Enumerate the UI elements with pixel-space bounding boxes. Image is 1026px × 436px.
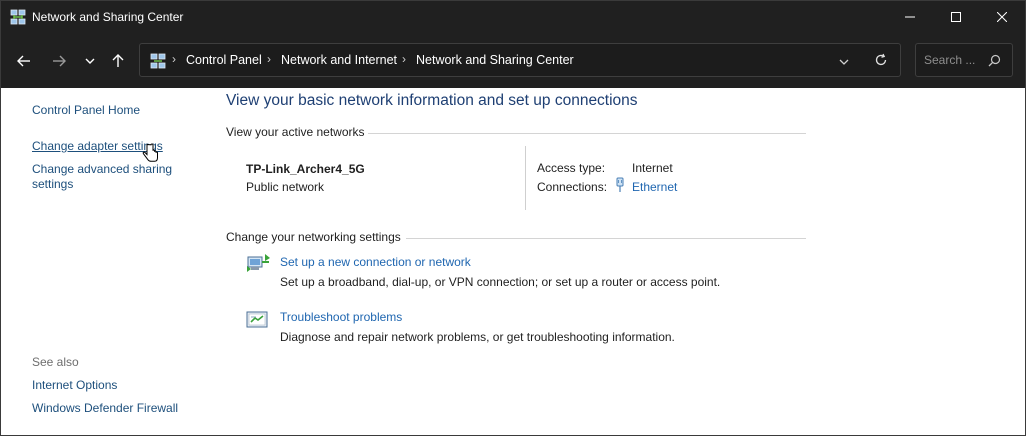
address-bar[interactable]: › Control Panel › Network and Internet ›… xyxy=(139,43,901,77)
chevron-down-icon xyxy=(85,58,95,64)
search-box[interactable]: Search ... xyxy=(915,43,1013,77)
setup-connection-description: Set up a broadband, dial-up, or VPN conn… xyxy=(280,275,721,289)
arrow-right-icon xyxy=(53,55,66,67)
access-type-label: Access type: xyxy=(537,161,606,175)
network-setup-icon xyxy=(245,252,271,274)
hand-cursor-icon xyxy=(142,143,160,170)
minimize-button[interactable] xyxy=(887,1,933,33)
breadcrumb-control-panel[interactable]: Control Panel xyxy=(186,53,262,67)
back-button[interactable] xyxy=(10,47,38,75)
navigation-bar: › Control Panel › Network and Internet ›… xyxy=(1,33,1025,88)
network-name: TP-Link_Archer4_5G xyxy=(246,162,365,176)
network-type: Public network xyxy=(246,180,325,194)
arrow-up-icon xyxy=(112,54,124,67)
breadcrumb-separator-icon: › xyxy=(172,52,176,66)
control-panel-icon xyxy=(150,53,166,69)
address-dropdown-button[interactable] xyxy=(838,55,850,73)
title-bar: Network and Sharing Center xyxy=(1,1,1025,33)
divider xyxy=(368,133,806,134)
network-app-icon xyxy=(10,9,26,25)
troubleshoot-description: Diagnose and repair network problems, or… xyxy=(280,330,675,344)
see-also-label: See also xyxy=(32,355,79,369)
control-panel-home-link[interactable]: Control Panel Home xyxy=(32,103,140,117)
active-networks-header: View your active networks xyxy=(226,125,365,139)
up-button[interactable] xyxy=(104,47,132,75)
breadcrumb-network-and-internet[interactable]: Network and Internet xyxy=(281,53,397,67)
ethernet-icon xyxy=(615,177,625,198)
access-type-value: Internet xyxy=(632,161,673,175)
refresh-icon xyxy=(875,53,887,66)
window: Network and Sharing Center › Control Pan… xyxy=(0,0,1026,436)
close-button[interactable] xyxy=(979,1,1025,33)
breadcrumb-separator-icon: › xyxy=(267,52,271,66)
close-icon xyxy=(997,12,1007,22)
content-area: Control Panel Home Change adapter settin… xyxy=(1,88,1025,435)
maximize-icon xyxy=(951,12,961,22)
chevron-down-icon xyxy=(839,59,849,65)
window-title: Network and Sharing Center xyxy=(32,10,184,24)
breadcrumb-network-and-sharing-center[interactable]: Network and Sharing Center xyxy=(416,53,574,67)
troubleshoot-problems-link[interactable]: Troubleshoot problems xyxy=(280,310,402,324)
search-input[interactable]: Search ... xyxy=(924,53,975,67)
search-icon[interactable] xyxy=(988,54,1001,72)
refresh-button[interactable] xyxy=(874,53,888,72)
troubleshoot-icon xyxy=(245,309,271,331)
divider xyxy=(406,238,806,239)
setup-connection-link[interactable]: Set up a new connection or network xyxy=(280,255,471,269)
change-advanced-sharing-link-line2[interactable]: settings xyxy=(32,177,73,191)
page-title: View your basic network information and … xyxy=(226,92,638,109)
change-settings-header: Change your networking settings xyxy=(226,230,401,244)
arrow-left-icon xyxy=(17,55,30,67)
ethernet-link[interactable]: Ethernet xyxy=(632,180,677,194)
internet-options-link[interactable]: Internet Options xyxy=(32,378,117,392)
forward-button[interactable] xyxy=(45,47,73,75)
connections-label: Connections: xyxy=(537,180,608,194)
recent-locations-button[interactable] xyxy=(76,47,104,75)
maximize-button[interactable] xyxy=(933,1,979,33)
vertical-divider xyxy=(525,146,526,210)
breadcrumb-separator-icon: › xyxy=(402,52,406,66)
minimize-icon xyxy=(905,16,915,18)
windows-defender-firewall-link[interactable]: Windows Defender Firewall xyxy=(32,401,178,415)
